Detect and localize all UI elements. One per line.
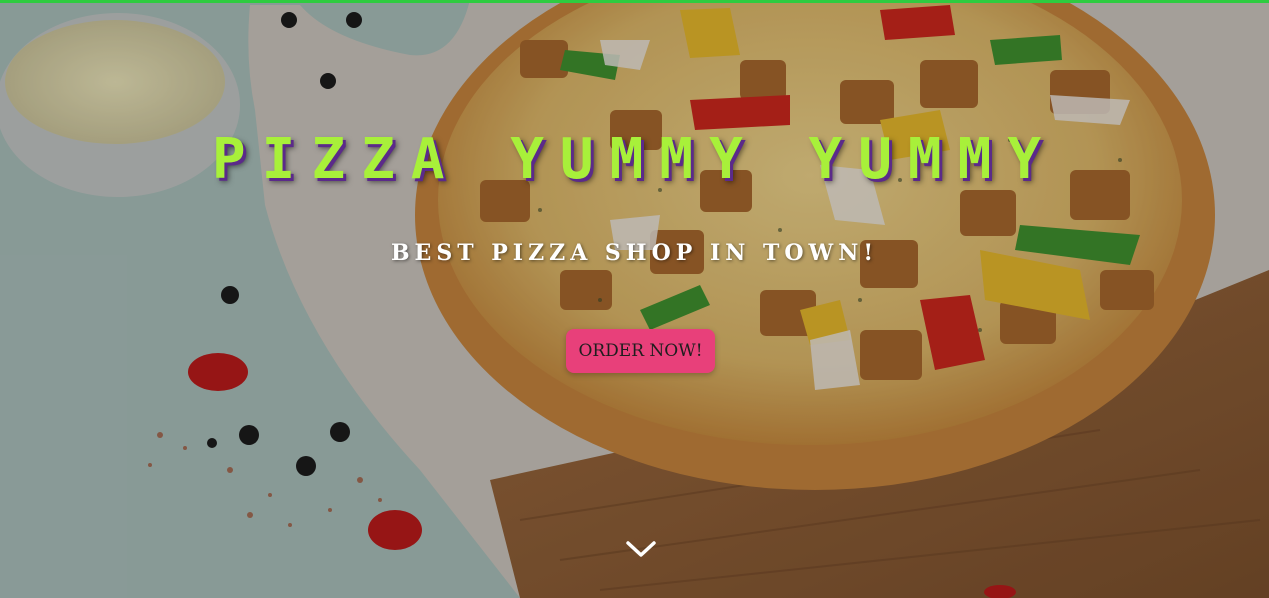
top-accent-strip xyxy=(0,0,1269,3)
hero-tagline: BEST PIZZA SHOP IN TOWN! xyxy=(390,240,879,266)
site-title: PIZZA YUMMY YUMMY xyxy=(211,127,1058,192)
order-now-button[interactable]: ORDER NOW! xyxy=(566,329,715,373)
hero-section: PIZZA YUMMY YUMMY BEST PIZZA SHOP IN TOW… xyxy=(0,0,1269,598)
chevron-down-icon[interactable] xyxy=(624,536,658,562)
hero-dark-overlay xyxy=(0,0,1269,598)
